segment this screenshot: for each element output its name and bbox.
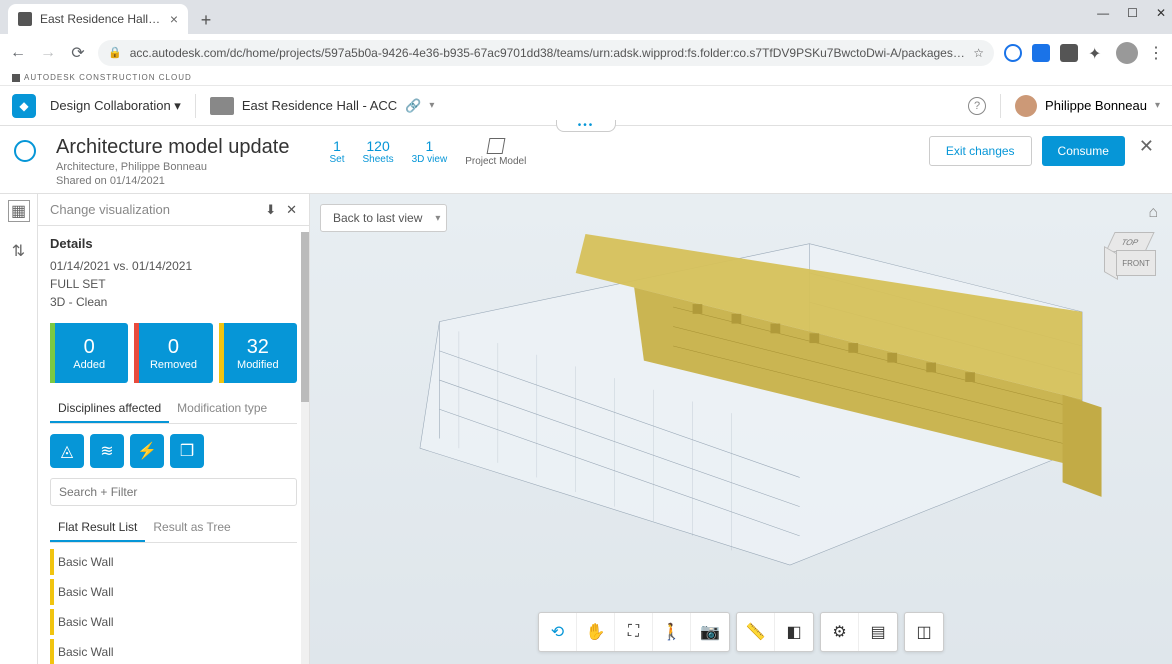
model-viewport[interactable]: Back to last view ⌂ TOP FRONT <box>310 194 1172 664</box>
compare-icon[interactable]: ⇅ <box>8 240 30 262</box>
divider <box>195 94 196 118</box>
project-name: East Residence Hall - ACC <box>242 98 397 113</box>
help-icon[interactable]: ? <box>968 97 986 115</box>
walk-tool-icon[interactable]: 🚶 <box>653 613 691 651</box>
result-item[interactable]: Basic Wall <box>50 579 297 605</box>
result-item[interactable]: Basic Wall <box>50 609 297 635</box>
result-item[interactable]: Basic Wall <box>50 639 297 664</box>
subtab-flat-list[interactable]: Flat Result List <box>50 514 145 542</box>
structural-discipline-icon[interactable]: ≋ <box>90 434 124 468</box>
search-input[interactable] <box>50 478 297 506</box>
pan-tool-icon[interactable]: ✋ <box>577 613 615 651</box>
panel-title: Change visualization <box>50 202 255 217</box>
close-panel-icon[interactable]: ✕ <box>286 202 297 218</box>
added-card[interactable]: 0 Added <box>50 323 128 383</box>
extension-icon[interactable] <box>1060 44 1078 62</box>
back-to-last-view-button[interactable]: Back to last view <box>320 204 447 232</box>
new-tab-button[interactable]: + <box>192 6 220 34</box>
electrical-discipline-icon[interactable]: ⚡ <box>130 434 164 468</box>
project-selector[interactable]: East Residence Hall - ACC 🔗 ▾ <box>210 97 435 115</box>
chevron-down-icon: ▾ <box>429 100 434 111</box>
page-title: Architecture model update <box>56 136 289 159</box>
back-icon[interactable]: ← <box>8 43 28 63</box>
stat-3d-view[interactable]: 1 3D view <box>412 138 448 167</box>
forward-icon[interactable]: → <box>38 43 58 63</box>
minimize-icon[interactable]: — <box>1097 6 1109 20</box>
chevron-down-icon: ▾ <box>1155 100 1160 111</box>
autodesk-logo-icon <box>12 74 20 82</box>
download-icon[interactable]: ⬇ <box>265 202 276 218</box>
app-switcher[interactable]: Design Collaboration ▾ <box>50 98 181 114</box>
stat-sheets[interactable]: 120 Sheets <box>362 138 393 167</box>
link-icon[interactable]: 🔗 <box>405 98 421 114</box>
extensions-menu-icon[interactable]: ✦ <box>1088 44 1106 62</box>
measure-tool-icon[interactable]: 📏 <box>737 613 775 651</box>
url-text: acc.autodesk.com/dc/home/projects/597a5b… <box>130 46 966 60</box>
architecture-discipline-icon[interactable]: ◬ <box>50 434 84 468</box>
building-model <box>370 234 1132 604</box>
user-name: Philippe Bonneau <box>1045 98 1147 113</box>
tab-modification-type[interactable]: Modification type <box>169 395 275 423</box>
close-icon[interactable]: ✕ <box>1135 136 1158 157</box>
lock-icon: 🔒 <box>108 46 122 59</box>
orbit-tool-icon[interactable]: ⟲ <box>539 613 577 651</box>
user-avatar-icon <box>1015 95 1037 117</box>
close-window-icon[interactable]: ✕ <box>1156 6 1166 20</box>
project-thumb-icon <box>210 97 234 115</box>
brand-band: AUTODESK CONSTRUCTION CLOUD <box>0 70 1172 86</box>
star-icon[interactable]: ☆ <box>973 46 984 60</box>
browser-tab[interactable]: East Residence Hall - ACC - Aut… × <box>8 4 188 34</box>
removed-card[interactable]: 0 Removed <box>134 323 212 383</box>
drag-handle-icon[interactable]: ••• <box>556 120 616 132</box>
user-menu[interactable]: Philippe Bonneau ▾ <box>1015 95 1160 117</box>
date-compare: 01/14/2021 vs. 01/14/2021 <box>50 257 297 275</box>
modified-card[interactable]: 32 Modified <box>219 323 297 383</box>
stat-set[interactable]: 1 Set <box>329 138 344 167</box>
divider <box>1000 94 1001 118</box>
camera-tool-icon[interactable]: 📷 <box>691 613 729 651</box>
split-view-icon[interactable]: ◫ <box>905 613 943 651</box>
result-item[interactable]: Basic Wall <box>50 549 297 575</box>
tab-disciplines[interactable]: Disciplines affected <box>50 395 169 423</box>
subtab-tree[interactable]: Result as Tree <box>145 514 238 542</box>
home-view-icon[interactable]: ⌂ <box>1148 204 1158 222</box>
properties-icon[interactable]: ▤ <box>859 613 897 651</box>
exit-changes-button[interactable]: Exit changes <box>929 136 1032 166</box>
favicon-icon <box>18 12 32 26</box>
model-icon <box>486 138 505 154</box>
tab-title: East Residence Hall - ACC - Aut… <box>40 12 162 26</box>
changes-panel-icon[interactable]: ▦ <box>8 200 30 222</box>
menu-icon[interactable]: ⋮ <box>1148 43 1164 63</box>
package-status-icon <box>14 140 36 162</box>
consume-button[interactable]: Consume <box>1042 136 1125 166</box>
set-name: FULL SET <box>50 275 297 293</box>
shared-date: Shared on 01/14/2021 <box>56 175 289 187</box>
brand-text: AUTODESK CONSTRUCTION CLOUD <box>24 73 192 82</box>
details-heading: Details <box>50 236 297 251</box>
reload-icon[interactable]: ⟳ <box>68 43 88 63</box>
app-logo-icon[interactable]: ◆ <box>12 94 36 118</box>
extension-icon[interactable] <box>1032 44 1050 62</box>
view-name: 3D - Clean <box>50 293 297 311</box>
panel-scrollbar[interactable] <box>301 232 309 664</box>
extension-icon[interactable] <box>1004 44 1022 62</box>
address-bar[interactable]: 🔒 acc.autodesk.com/dc/home/projects/597a… <box>98 40 994 66</box>
profile-avatar-icon[interactable] <box>1116 42 1138 64</box>
settings-icon[interactable]: ⚙ <box>821 613 859 651</box>
stat-project-model[interactable]: Project Model <box>465 138 526 167</box>
section-tool-icon[interactable]: ◧ <box>775 613 813 651</box>
zoom-tool-icon[interactable]: ⛶ <box>615 613 653 651</box>
mechanical-discipline-icon[interactable]: ❒ <box>170 434 204 468</box>
page-subtitle: Architecture, Philippe Bonneau <box>56 161 289 173</box>
maximize-icon[interactable]: ☐ <box>1127 6 1138 20</box>
tab-close-icon[interactable]: × <box>170 11 178 27</box>
